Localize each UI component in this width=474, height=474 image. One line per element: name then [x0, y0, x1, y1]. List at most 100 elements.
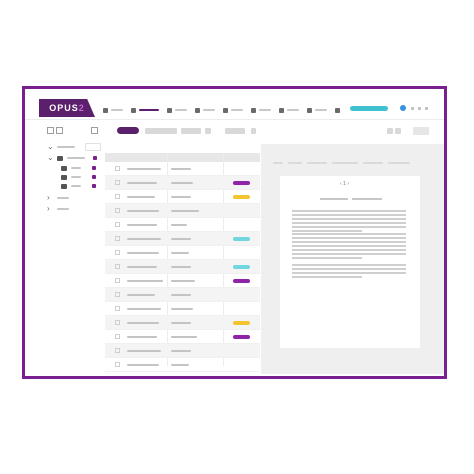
nav-item-edit[interactable]	[223, 106, 243, 114]
row-checkbox[interactable]	[115, 222, 120, 227]
search-icon	[335, 107, 340, 113]
sort-dropdown[interactable]	[181, 128, 201, 134]
app-logo[interactable]: OPUS 2	[39, 99, 95, 117]
text-line	[292, 268, 406, 270]
table-row[interactable]	[105, 358, 260, 372]
row-checkbox[interactable]	[115, 292, 120, 297]
viewer-tab[interactable]	[307, 162, 327, 164]
document-title	[320, 198, 348, 200]
cell-date	[171, 196, 191, 198]
tree-folder-main[interactable]: ⌄	[47, 154, 97, 162]
status-tag[interactable]	[233, 279, 250, 283]
tree-search-box[interactable]	[85, 143, 101, 151]
row-checkbox[interactable]	[115, 362, 120, 367]
status-tag[interactable]	[233, 237, 250, 241]
row-checkbox[interactable]	[115, 320, 120, 325]
tree-collapsed-2[interactable]: ›	[47, 205, 69, 213]
status-tag[interactable]	[233, 195, 250, 199]
nav-label	[287, 109, 299, 111]
pages-dropdown[interactable]	[413, 127, 429, 135]
row-checkbox[interactable]	[115, 278, 120, 283]
viewer-tab[interactable]	[332, 162, 358, 164]
viewer-tab[interactable]	[388, 162, 410, 164]
row-checkbox[interactable]	[115, 250, 120, 255]
tree-folder-b[interactable]	[61, 173, 96, 181]
text-line	[292, 233, 406, 235]
nav-item-search[interactable]	[335, 106, 340, 114]
row-checkbox[interactable]	[115, 166, 120, 171]
upload-icon[interactable]	[47, 127, 54, 134]
status-tag[interactable]	[233, 265, 250, 269]
status-tag[interactable]	[233, 181, 250, 185]
settings-icon[interactable]	[418, 107, 421, 110]
row-checkbox[interactable]	[115, 180, 120, 185]
table-row[interactable]	[105, 218, 260, 232]
text-line	[292, 237, 406, 239]
table-row[interactable]	[105, 260, 260, 274]
table-row[interactable]	[105, 274, 260, 288]
nav-item-documents[interactable]	[131, 106, 159, 114]
viewer-tab[interactable]	[363, 162, 383, 164]
nav-item-calendar[interactable]	[251, 106, 271, 114]
text-line	[292, 241, 406, 243]
split-icon[interactable]	[395, 128, 401, 134]
checked-checkbox[interactable]	[92, 175, 96, 179]
row-checkbox[interactable]	[115, 208, 120, 213]
cell-date	[171, 322, 191, 324]
tree-folder-a[interactable]	[61, 164, 96, 172]
row-checkbox[interactable]	[115, 264, 120, 269]
grid-view-icon[interactable]	[91, 127, 98, 134]
cell-name	[127, 364, 159, 366]
table-row[interactable]	[105, 316, 260, 330]
table-row[interactable]	[105, 344, 260, 358]
filter-dropdown[interactable]	[145, 128, 177, 134]
status-tag[interactable]	[233, 335, 250, 339]
viewer-tab[interactable]	[288, 162, 302, 164]
nav-label	[231, 109, 243, 111]
tree-folder-c[interactable]	[61, 182, 96, 190]
layout-icon[interactable]	[387, 128, 393, 134]
view-dropdown[interactable]	[225, 128, 245, 134]
attach-icon[interactable]	[251, 128, 256, 134]
status-tag[interactable]	[233, 321, 250, 325]
tree-label	[57, 146, 75, 148]
nav-item-issues[interactable]	[279, 106, 299, 114]
nav-item-home[interactable]	[103, 106, 123, 114]
page-navigator[interactable]: ‹ 1 ›	[340, 181, 349, 187]
checked-checkbox[interactable]	[92, 166, 96, 170]
nav-item-web[interactable]	[307, 106, 327, 114]
search-button[interactable]	[350, 106, 388, 111]
sort-arrow-icon[interactable]	[205, 128, 211, 134]
checked-checkbox[interactable]	[92, 184, 96, 188]
tree-collapsed-1[interactable]: ›	[47, 194, 69, 202]
checked-checkbox[interactable]	[93, 156, 97, 160]
menu-icon[interactable]	[425, 107, 428, 110]
nav-item-lists[interactable]	[195, 106, 215, 114]
table-row[interactable]	[105, 176, 260, 190]
tree-root[interactable]: ⌄	[47, 143, 101, 151]
table-row[interactable]	[105, 162, 260, 176]
table-row[interactable]	[105, 302, 260, 316]
table-row[interactable]	[105, 330, 260, 344]
toolbar	[25, 123, 444, 141]
row-checkbox[interactable]	[115, 236, 120, 241]
table-row[interactable]	[105, 288, 260, 302]
row-checkbox[interactable]	[115, 334, 120, 339]
table-row[interactable]	[105, 204, 260, 218]
tree-label	[57, 197, 69, 199]
calendar-icon	[251, 107, 256, 113]
new-button[interactable]	[117, 127, 139, 134]
help-icon[interactable]	[411, 107, 414, 110]
text-line	[292, 226, 406, 228]
nav-item-transcripts[interactable]	[167, 106, 187, 114]
cell-name	[127, 168, 161, 170]
table-row[interactable]	[105, 232, 260, 246]
table-row[interactable]	[105, 190, 260, 204]
table-row[interactable]	[105, 246, 260, 260]
row-checkbox[interactable]	[115, 306, 120, 311]
row-checkbox[interactable]	[115, 194, 120, 199]
user-avatar[interactable]	[400, 105, 406, 111]
viewer-tab[interactable]	[273, 162, 283, 164]
row-checkbox[interactable]	[115, 348, 120, 353]
copy-icon[interactable]	[56, 127, 63, 134]
